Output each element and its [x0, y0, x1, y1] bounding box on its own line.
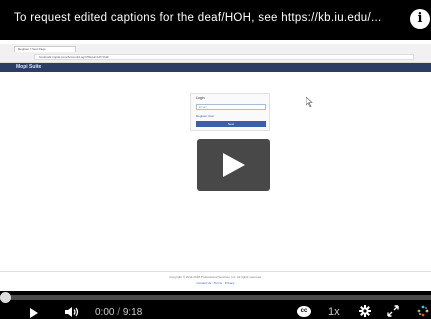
footer-links: Contact Us · Terms · Privacy [196, 281, 235, 285]
email-placeholder: Email [199, 105, 207, 109]
footer-divider [0, 271, 431, 272]
info-icon[interactable]: i [410, 9, 430, 29]
fullscreen-icon[interactable] [387, 305, 399, 317]
cc-icon[interactable]: cc [297, 306, 311, 317]
volume-icon[interactable] [64, 306, 80, 318]
settings-icon[interactable] [359, 305, 371, 317]
time-display: 0:00 / 9:18 [95, 307, 142, 318]
progress-bar[interactable] [0, 292, 431, 303]
next-button: Next [196, 121, 266, 127]
register-link: Register User [196, 114, 215, 118]
title-bar: To request edited captions for the deaf/… [0, 0, 431, 40]
kaltura-icon[interactable] [417, 305, 429, 317]
browser-nav-icons [6, 54, 30, 67]
play-control-icon[interactable] [30, 308, 38, 318]
browser-tab-label: Register / Next Page [18, 47, 46, 51]
time-separator: / [117, 307, 121, 318]
login-panel: Login Email Register User Next [190, 93, 270, 131]
big-play-button[interactable] [197, 139, 270, 191]
playback-speed[interactable]: 1x [328, 306, 340, 318]
browser-chrome: Register / Next Page hostmattr.tmpsk.com… [0, 44, 431, 67]
progress-handle[interactable] [0, 292, 11, 303]
control-bar: 0:00 / 9:18 cc 1x [0, 291, 431, 319]
address-bar: hostmattr.tmpsk.com/Account/Login?Return… [34, 54, 414, 60]
app-logo: Mopi Suite [16, 64, 42, 70]
current-time: 0:00 [95, 307, 115, 318]
play-icon [223, 153, 245, 177]
video-player: To request edited captions for the deaf/… [0, 0, 431, 319]
address-text: hostmattr.tmpsk.com/Account/Login?Return… [39, 55, 109, 59]
duration: 9:18 [122, 307, 143, 318]
video-title: To request edited captions for the deaf/… [14, 12, 382, 24]
next-button-label: Next [227, 122, 235, 126]
app-header: Mopi Suite [0, 63, 431, 72]
browser-tab: Register / Next Page [14, 46, 76, 52]
email-field: Email [196, 104, 266, 110]
login-title: Login [196, 96, 205, 100]
footer-copyright: Copyright © 2011-2018 Professional Servi… [169, 275, 262, 279]
